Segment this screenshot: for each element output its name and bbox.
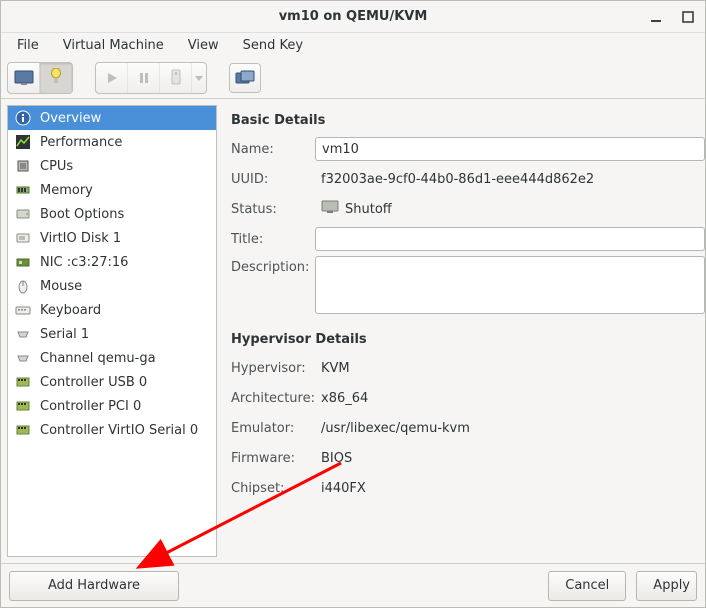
sidebar-item-label: Boot Options [40,207,124,222]
status-value: Shutoff [345,202,392,217]
sidebar-item-label: CPUs [40,159,73,174]
boot-icon [14,205,32,223]
hypervisor-value: KVM [321,361,350,376]
minimize-button[interactable] [647,8,665,26]
pause-button[interactable] [128,63,160,93]
uuid-value: f32003ae-9cf0-44b0-86d1-eee444d862e2 [321,172,594,187]
sidebar-item-performance[interactable]: Performance [8,130,216,154]
sidebar-item-label: Controller VirtIO Serial 0 [40,423,198,438]
sidebar-item-label: Mouse [40,279,82,294]
hardware-sidebar: Overview Performance CPUs Memory Boot Option… [7,105,217,557]
sidebar-item-controller-pci-0[interactable]: Controller PCI 0 [8,394,216,418]
sidebar-item-keyboard[interactable]: Keyboard [8,298,216,322]
snapshots-button[interactable] [229,63,261,93]
status-label: Status: [231,202,321,217]
show-details-button[interactable] [40,63,72,93]
show-console-button[interactable] [8,63,40,93]
serial-icon [14,325,32,343]
sidebar-item-mouse[interactable]: Mouse [8,274,216,298]
mouse-icon [14,277,32,295]
emulator-label: Emulator: [231,421,321,436]
title-input[interactable] [315,227,705,251]
perf-icon [14,133,32,151]
sidebar-item-channel-qemu-ga[interactable]: Channel qemu-ga [8,346,216,370]
menu-send-key[interactable]: Send Key [233,36,313,55]
name-label: Name: [231,142,315,157]
cpu-icon [14,157,32,175]
firmware-label: Firmware: [231,451,321,466]
hypervisor-details-heading: Hypervisor Details [231,332,705,347]
sidebar-item-memory[interactable]: Memory [8,178,216,202]
toolbar [1,57,705,99]
sidebar-item-cpus[interactable]: CPUs [8,154,216,178]
description-label: Description: [231,256,315,275]
sidebar-item-label: NIC :c3:27:16 [40,255,128,270]
apply-button[interactable]: Apply [636,571,697,601]
sidebar-item-virtio-disk-1[interactable]: VirtIO Disk 1 [8,226,216,250]
menubar: File Virtual Machine View Send Key [1,33,705,57]
channel-icon [14,349,32,367]
details-panel: Basic Details Name: UUID: f32003ae-9cf0-… [217,99,705,563]
architecture-value: x86_64 [321,391,368,406]
disk-icon [14,229,32,247]
controller-icon [14,373,32,391]
sidebar-item-serial-1[interactable]: Serial 1 [8,322,216,346]
controller-icon [14,421,32,439]
keyboard-icon [14,301,32,319]
sidebar-item-label: Performance [40,135,122,150]
maximize-button[interactable] [679,8,697,26]
sidebar-item-label: Memory [40,183,93,198]
memory-icon [14,181,32,199]
uuid-label: UUID: [231,172,321,187]
sidebar-item-label: Controller PCI 0 [40,399,141,414]
sidebar-item-label: Channel qemu-ga [40,351,156,366]
sidebar-item-label: Keyboard [40,303,101,318]
sidebar-item-controller-virtio-serial-0[interactable]: Controller VirtIO Serial 0 [8,418,216,442]
nic-icon [14,253,32,271]
titlebar: vm10 on QEMU/KVM [1,1,705,33]
sidebar-item-overview[interactable]: Overview [8,106,216,130]
shutdown-menu-button[interactable] [192,63,206,93]
shutdown-button[interactable] [160,63,192,93]
sidebar-item-nic-c3-27-16[interactable]: NIC :c3:27:16 [8,250,216,274]
sidebar-item-label: Controller USB 0 [40,375,147,390]
emulator-value: /usr/libexec/qemu-kvm [321,421,470,436]
add-hardware-button[interactable]: Add Hardware [9,571,179,601]
architecture-label: Architecture: [231,391,321,406]
sidebar-item-label: Overview [40,111,101,126]
footer: Add Hardware Cancel Apply [1,563,705,607]
sidebar-item-label: VirtIO Disk 1 [40,231,121,246]
basic-details-heading: Basic Details [231,113,705,128]
window-title: vm10 on QEMU/KVM [279,9,428,24]
sidebar-item-boot-options[interactable]: Boot Options [8,202,216,226]
name-input[interactable] [315,137,705,161]
info-icon [14,109,32,127]
description-input[interactable] [315,256,705,314]
sidebar-item-label: Serial 1 [40,327,89,342]
menu-file[interactable]: File [7,36,49,55]
hypervisor-label: Hypervisor: [231,361,321,376]
status-icon [321,200,339,218]
chipset-value: i440FX [321,481,366,496]
play-button[interactable] [96,63,128,93]
sidebar-item-controller-usb-0[interactable]: Controller USB 0 [8,370,216,394]
cancel-button[interactable]: Cancel [548,571,626,601]
chipset-label: Chipset: [231,481,321,496]
menu-virtual-machine[interactable]: Virtual Machine [53,36,174,55]
controller-icon [14,397,32,415]
title-label: Title: [231,232,315,247]
firmware-value: BIOS [321,451,352,466]
menu-view[interactable]: View [178,36,229,55]
